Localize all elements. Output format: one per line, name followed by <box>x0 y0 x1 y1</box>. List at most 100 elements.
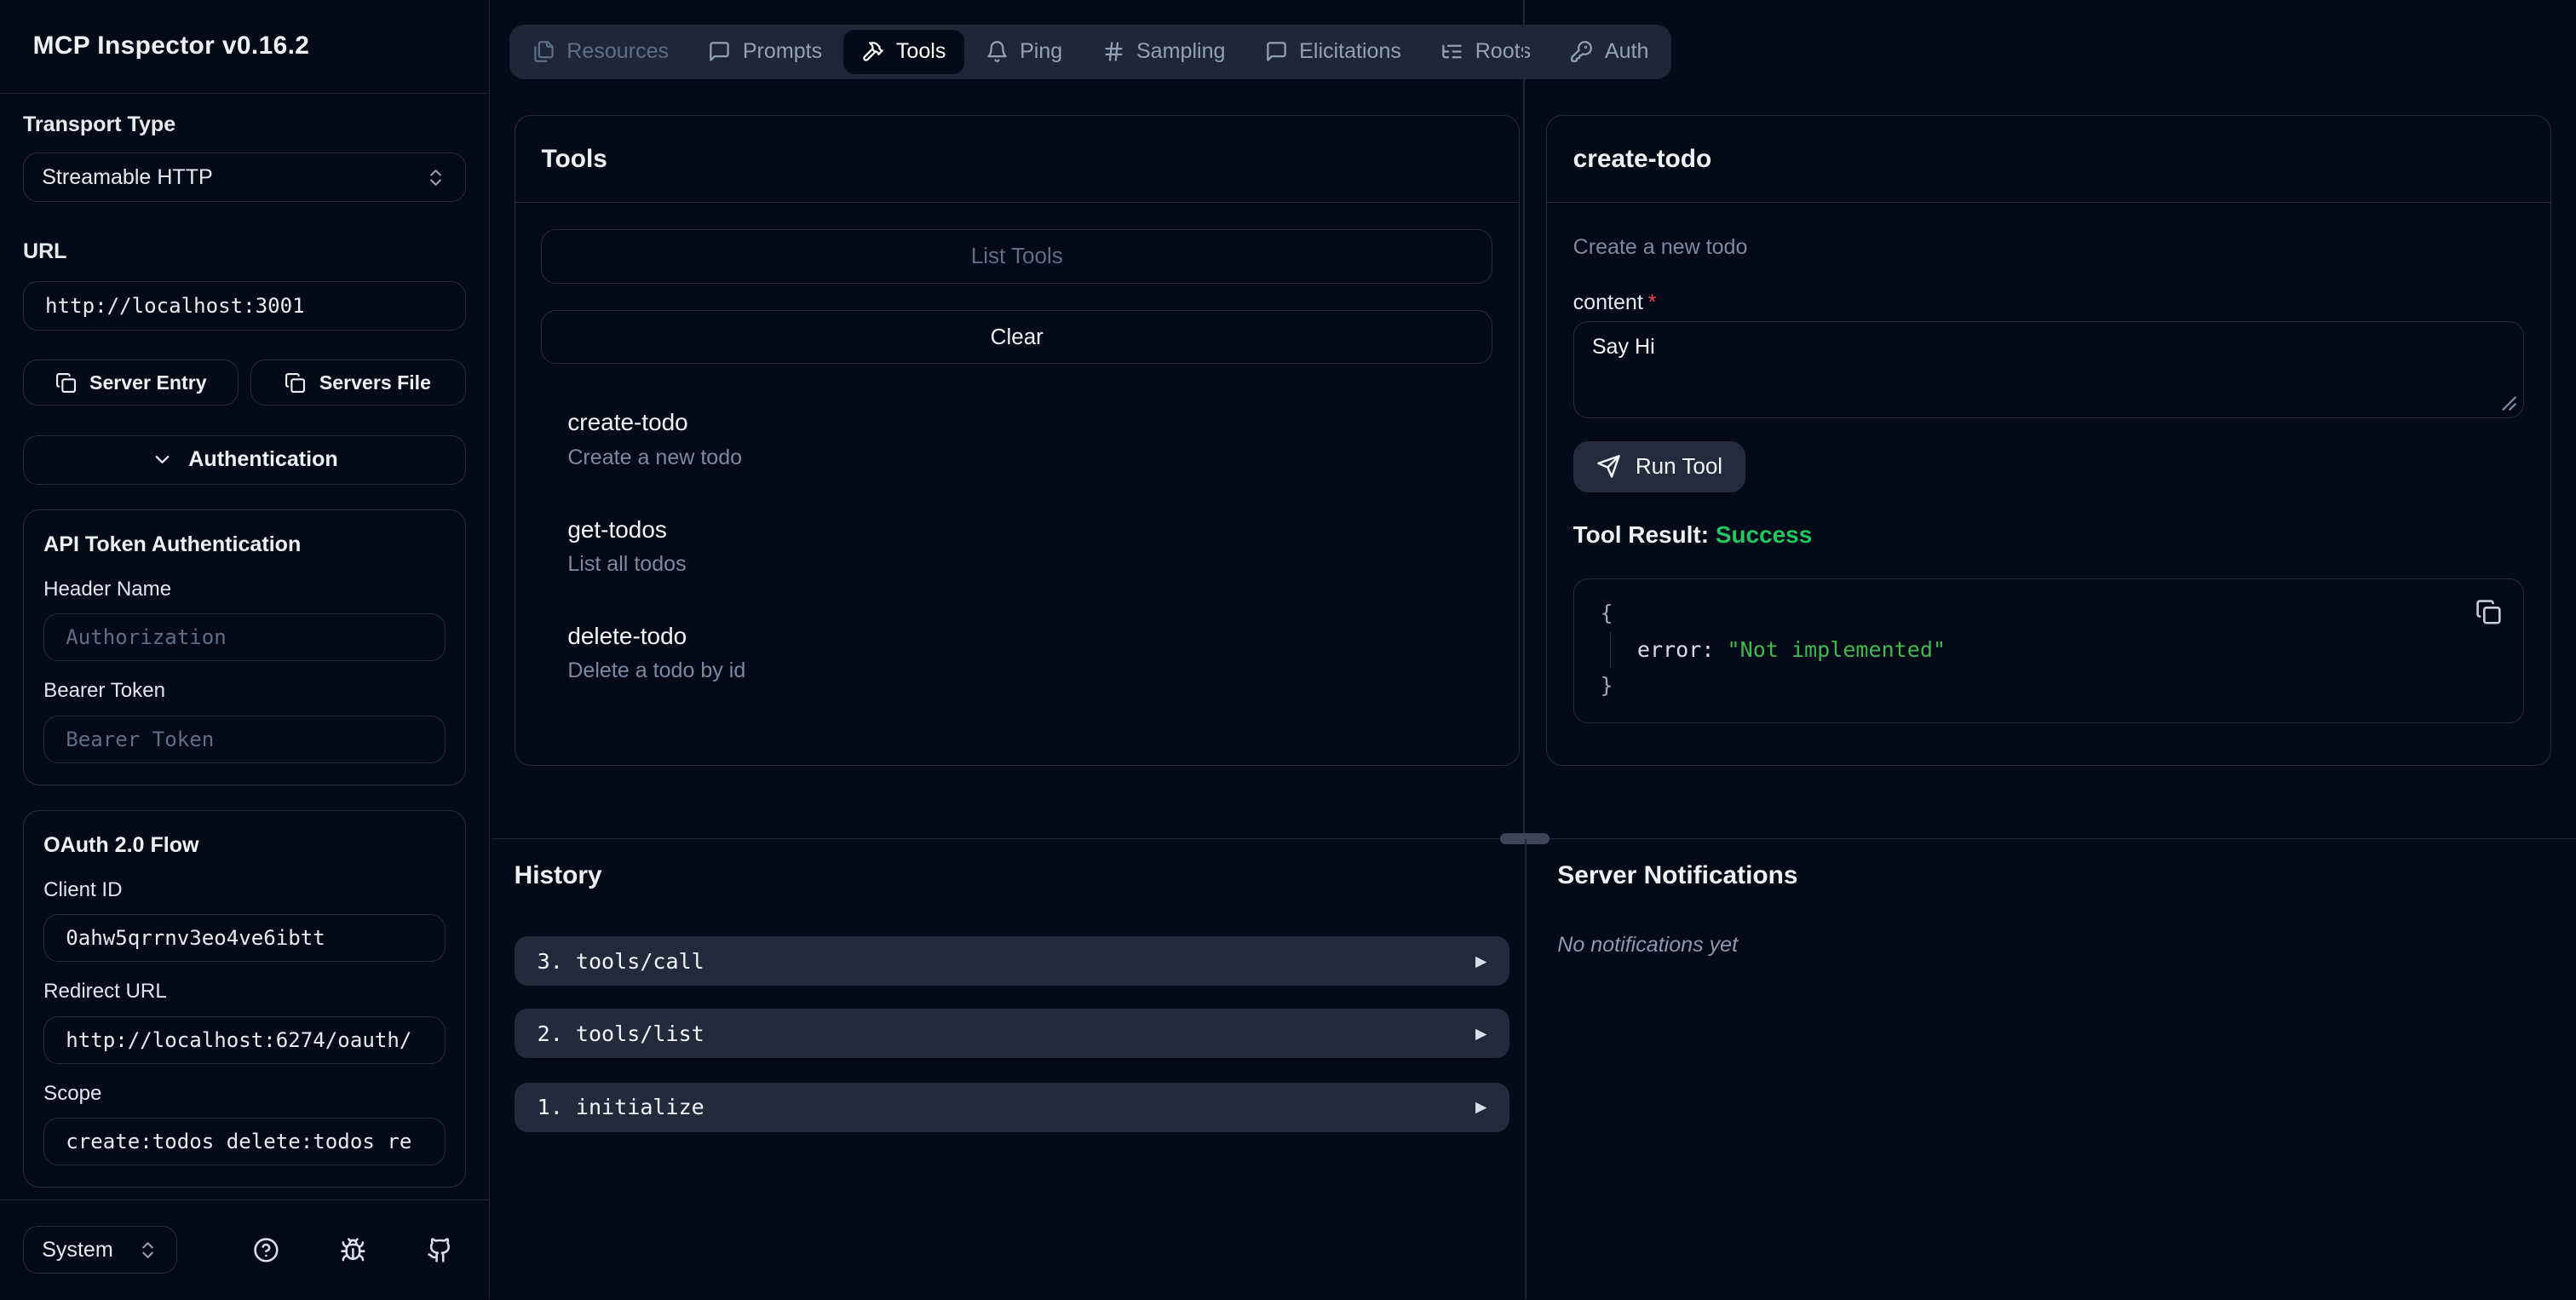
oauth-title: OAuth 2.0 Flow <box>43 832 199 857</box>
servers-file-button[interactable]: Servers File <box>250 360 466 406</box>
tool-name: get-todos <box>567 515 667 543</box>
history-item-label: 3. tools/call <box>537 948 704 974</box>
bug-report-button[interactable] <box>340 1237 366 1263</box>
expand-arrow-icon: ▶ <box>1475 1024 1487 1042</box>
chevrons-up-down-icon <box>137 1240 158 1261</box>
api-token-title: API Token Authentication <box>43 532 302 556</box>
github-icon <box>428 1238 451 1263</box>
tool-description: List all todos <box>567 552 687 577</box>
required-mark: * <box>1647 290 1657 315</box>
transport-type-label: Transport Type <box>22 112 176 137</box>
tool-result-line: Tool Result: Success <box>1573 521 2525 549</box>
expand-arrow-icon: ▶ <box>1475 1098 1487 1116</box>
copy-icon <box>285 372 306 393</box>
history-title: History <box>514 860 602 889</box>
bug-icon <box>341 1238 365 1262</box>
tab-label: Sampling <box>1136 39 1226 64</box>
clear-button[interactable]: Clear <box>541 309 1493 365</box>
sidebar-footer: System <box>0 1199 489 1300</box>
message-square-icon <box>1266 42 1286 61</box>
json-value: "Not implemented" <box>1727 636 1946 662</box>
header-name-label: Header Name <box>43 577 172 601</box>
redirect-url-input[interactable] <box>43 1015 446 1064</box>
copy-icon <box>2476 600 2501 624</box>
tab-prompts[interactable]: Prompts <box>690 30 840 74</box>
client-id-input[interactable] <box>43 914 446 963</box>
help-icon <box>254 1238 279 1263</box>
tab-auth[interactable]: Auth <box>1552 30 1666 74</box>
files-icon <box>534 41 554 63</box>
copy-result-button[interactable] <box>2475 599 2502 625</box>
tool-list-item-create-todo[interactable]: create-todo Create a new todo <box>567 406 1492 472</box>
history-item-initialize[interactable]: 1. initialize ▶ <box>514 1082 1510 1132</box>
main-area: Resources Prompts Tools Ping Sampling El… <box>491 0 2576 1300</box>
run-tool-button[interactable]: Run Tool <box>1573 440 1746 492</box>
scope-label: Scope <box>43 1081 102 1105</box>
bearer-token-input[interactable] <box>43 715 446 763</box>
transport-type-value: Streamable HTTP <box>42 164 213 189</box>
authentication-toggle[interactable]: Authentication <box>22 434 466 485</box>
bearer-token-label: Bearer Token <box>43 679 165 703</box>
top-pane-divider[interactable] <box>1522 0 1525 838</box>
tab-label: Resources <box>566 39 670 64</box>
client-id-label: Client ID <box>43 877 123 901</box>
mcp-inspector-app: MCP Inspector v0.16.2 Transport Type Str… <box>0 0 2576 1300</box>
tools-panel-title: Tools <box>515 116 1519 204</box>
list-tools-button[interactable]: List Tools <box>541 229 1493 284</box>
chevron-down-icon <box>155 456 170 464</box>
tool-list-item-get-todos[interactable]: get-todos List all todos <box>567 514 1492 579</box>
no-notifications-text: No notifications yet <box>1557 933 1739 958</box>
message-square-icon <box>710 42 730 61</box>
tab-sampling[interactable]: Sampling <box>1084 30 1243 74</box>
tab-label: Tools <box>895 39 946 64</box>
transport-type-select[interactable]: Streamable HTTP <box>22 152 466 203</box>
theme-select[interactable]: System <box>22 1226 178 1274</box>
servers-file-label: Servers File <box>319 371 431 394</box>
hammer-icon <box>863 42 884 61</box>
github-button[interactable] <box>427 1237 453 1263</box>
url-input[interactable] <box>22 280 466 331</box>
tool-description: Delete a todo by id <box>567 659 746 683</box>
tab-roots[interactable]: Roots <box>1423 30 1549 74</box>
field-name: content <box>1573 290 1643 315</box>
tab-tools[interactable]: Tools <box>843 29 964 74</box>
tools-panel: Tools List Tools Clear create-todo Creat… <box>514 114 1520 766</box>
tab-elicitations[interactable]: Elicitations <box>1247 30 1420 74</box>
key-icon <box>1571 41 1593 63</box>
tab-bar: Resources Prompts Tools Ping Sampling El… <box>509 24 1672 79</box>
content-textarea[interactable]: Say Hi <box>1573 321 2525 418</box>
tab-label: Elicitations <box>1299 39 1401 64</box>
tool-detail-description: Create a new todo <box>1573 234 1748 259</box>
sidebar: MCP Inspector v0.16.2 Transport Type Str… <box>0 0 490 1300</box>
tab-label: Prompts <box>742 39 823 64</box>
json-open-brace: { <box>1600 601 1613 626</box>
help-button[interactable] <box>253 1237 279 1263</box>
scope-input[interactable] <box>43 1118 446 1166</box>
tool-detail-title: create-todo <box>1546 116 2551 204</box>
oauth-card: OAuth 2.0 Flow Client ID Redirect URL Sc… <box>22 809 466 1188</box>
sidebar-header: MCP Inspector v0.16.2 <box>0 0 489 94</box>
copy-icon <box>55 372 76 393</box>
bell-icon <box>986 41 1007 63</box>
authentication-label: Authentication <box>188 447 338 472</box>
history-item-tools-list[interactable]: 2. tools/list ▶ <box>514 1009 1510 1058</box>
server-notifications-title: Server Notifications <box>1557 860 1798 889</box>
content-field-label: content * <box>1573 288 2525 318</box>
history-item-tools-call[interactable]: 3. tools/call ▶ <box>514 936 1510 987</box>
api-token-card: API Token Authentication Header Name Bea… <box>22 509 466 785</box>
server-entry-button[interactable]: Server Entry <box>22 360 239 406</box>
header-name-input[interactable] <box>43 613 446 662</box>
tab-ping[interactable]: Ping <box>967 30 1080 74</box>
json-key: error: <box>1636 636 1715 662</box>
history-item-label: 1. initialize <box>537 1095 704 1120</box>
hash-icon <box>1104 42 1123 61</box>
tab-resources[interactable]: Resources <box>515 30 687 74</box>
tool-name: create-todo <box>567 409 688 436</box>
send-icon <box>1596 455 1620 478</box>
tool-list-item-delete-todo[interactable]: delete-todo Delete a todo by id <box>567 620 1492 686</box>
chevrons-up-down-icon <box>425 167 446 188</box>
json-row: error: "Not implemented" <box>1610 631 1946 669</box>
bottom-pane-divider[interactable] <box>1524 839 1527 1300</box>
tool-description: Create a new todo <box>567 445 743 469</box>
expand-arrow-icon: ▶ <box>1475 952 1487 969</box>
